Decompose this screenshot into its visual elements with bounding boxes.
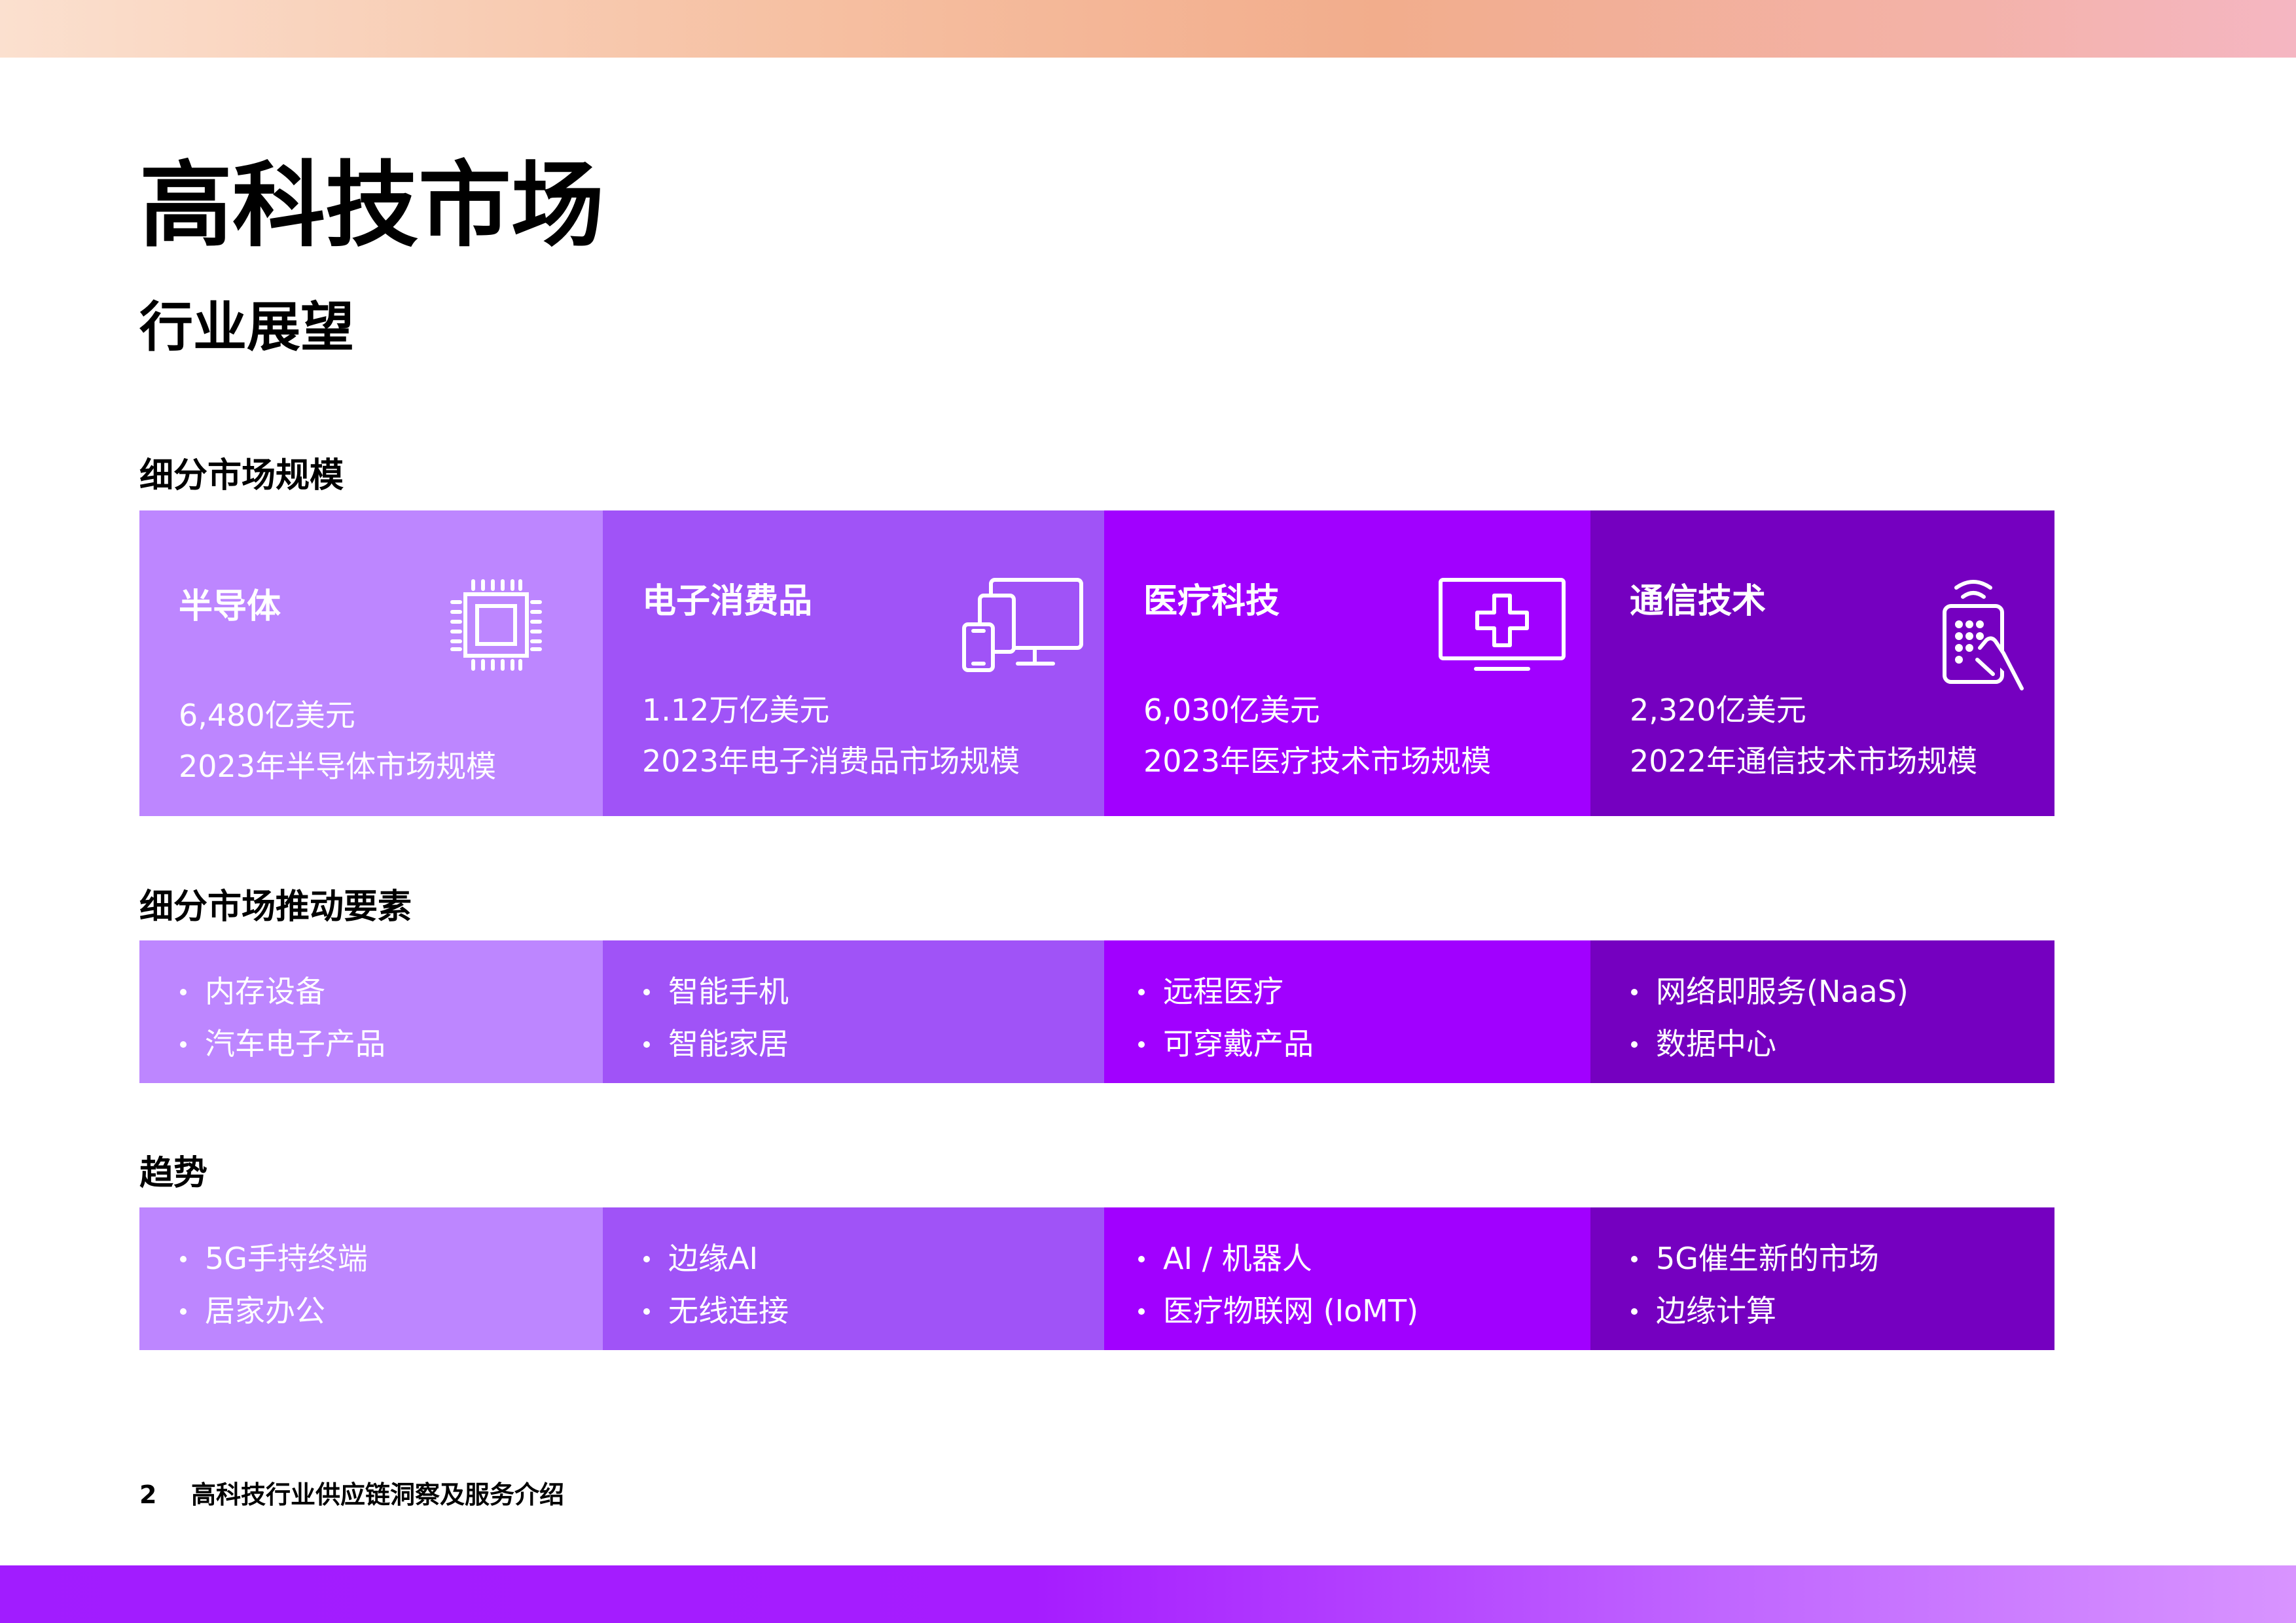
market-size-row: 半导体 6,480亿美元 2023年半导体市场规模 电子消费品 1.12万亿美元… [139, 510, 2054, 816]
bullet-list: 网络即服务(NaaS) 数据中心 [1623, 965, 1909, 1070]
list-item: 医疗物联网 (IoMT) [1130, 1285, 1418, 1337]
trends-row: 5G手持终端 居家办公 边缘AI 无线连接 AI / 机器人 医疗物联网 (Io… [139, 1207, 2054, 1350]
devices-icon [961, 576, 1086, 674]
drivers-card: 内存设备 汽车电子产品 [139, 940, 603, 1083]
page-number: 2 [139, 1480, 157, 1509]
list-item: 边缘AI [636, 1232, 789, 1285]
card-title: 电子消费品 [642, 582, 813, 621]
list-item: AI / 机器人 [1130, 1232, 1418, 1285]
list-item: 5G催生新的市场 [1623, 1232, 1879, 1285]
bottom-gradient-band [0, 1565, 2296, 1623]
card-value: 6,480亿美元 [179, 698, 355, 733]
card-value: 2,320亿美元 [1630, 692, 1806, 728]
trends-card: 5G手持终端 居家办公 [139, 1207, 603, 1350]
drivers-card: 远程医疗 可穿戴产品 [1104, 940, 1590, 1083]
bullet-list: 智能手机 智能家居 [636, 965, 789, 1070]
list-item: 无线连接 [636, 1285, 789, 1337]
medical-monitor-icon [1437, 576, 1568, 674]
list-item: 5G手持终端 [172, 1232, 368, 1285]
trends-card: 5G催生新的市场 边缘计算 [1590, 1207, 2054, 1350]
bullet-list: 5G手持终端 居家办公 [172, 1232, 368, 1337]
market-size-card-consumer-electronics: 电子消费品 1.12万亿美元 2023年电子消费品市场规模 [603, 510, 1104, 816]
list-item: 网络即服务(NaaS) [1623, 965, 1909, 1018]
card-description: 2023年半导体市场规模 [179, 749, 497, 784]
page-subtitle: 行业展望 [139, 296, 355, 359]
list-item: 智能手机 [636, 965, 789, 1018]
market-size-card-semiconductor: 半导体 6,480亿美元 2023年半导体市场规模 [139, 510, 603, 816]
card-description: 2023年电子消费品市场规模 [642, 743, 1020, 779]
bullet-list: 5G催生新的市场 边缘计算 [1623, 1232, 1879, 1337]
list-item: 内存设备 [172, 965, 386, 1018]
card-title: 半导体 [179, 587, 281, 626]
list-item: 汽车电子产品 [172, 1018, 386, 1070]
bullet-list: 边缘AI 无线连接 [636, 1232, 789, 1337]
card-title: 医疗科技 [1143, 582, 1280, 621]
bullet-list: 远程医疗 可穿戴产品 [1130, 965, 1314, 1070]
section-label-trends: 趋势 [139, 1154, 208, 1193]
card-value: 6,030亿美元 [1143, 692, 1320, 728]
trends-card: AI / 机器人 医疗物联网 (IoMT) [1104, 1207, 1590, 1350]
card-value: 1.12万亿美元 [642, 692, 830, 728]
list-item: 居家办公 [172, 1285, 368, 1337]
drivers-card: 网络即服务(NaaS) 数据中心 [1590, 940, 2054, 1083]
card-description: 2022年通信技术市场规模 [1630, 743, 1978, 779]
card-description: 2023年医疗技术市场规模 [1143, 743, 1492, 779]
list-item: 智能家居 [636, 1018, 789, 1070]
bullet-list: 内存设备 汽车电子产品 [172, 965, 386, 1070]
section-label-market-size: 细分市场规模 [139, 456, 344, 495]
page-title: 高科技市场 [139, 152, 604, 260]
market-size-card-communications: 通信技术 2,320亿美元 2022年通信技术市场规模 [1590, 510, 2054, 816]
section-label-drivers: 细分市场推动要素 [139, 887, 412, 927]
card-title: 通信技术 [1630, 582, 1767, 621]
chip-icon [447, 576, 545, 674]
top-gradient-band [0, 0, 2296, 58]
trends-card: 边缘AI 无线连接 [603, 1207, 1104, 1350]
wireless-remote-icon [1941, 576, 2032, 694]
list-item: 数据中心 [1623, 1018, 1909, 1070]
drivers-card: 智能手机 智能家居 [603, 940, 1104, 1083]
drivers-row: 内存设备 汽车电子产品 智能手机 智能家居 远程医疗 可穿戴产品 网络即服务(N… [139, 940, 2054, 1083]
list-item: 可穿戴产品 [1130, 1018, 1314, 1070]
market-size-card-medtech: 医疗科技 6,030亿美元 2023年医疗技术市场规模 [1104, 510, 1590, 816]
footer-doc-title: 高科技行业供应链洞察及服务介绍 [191, 1480, 565, 1509]
list-item: 边缘计算 [1623, 1285, 1879, 1337]
list-item: 远程医疗 [1130, 965, 1314, 1018]
bullet-list: AI / 机器人 医疗物联网 (IoMT) [1130, 1232, 1418, 1337]
